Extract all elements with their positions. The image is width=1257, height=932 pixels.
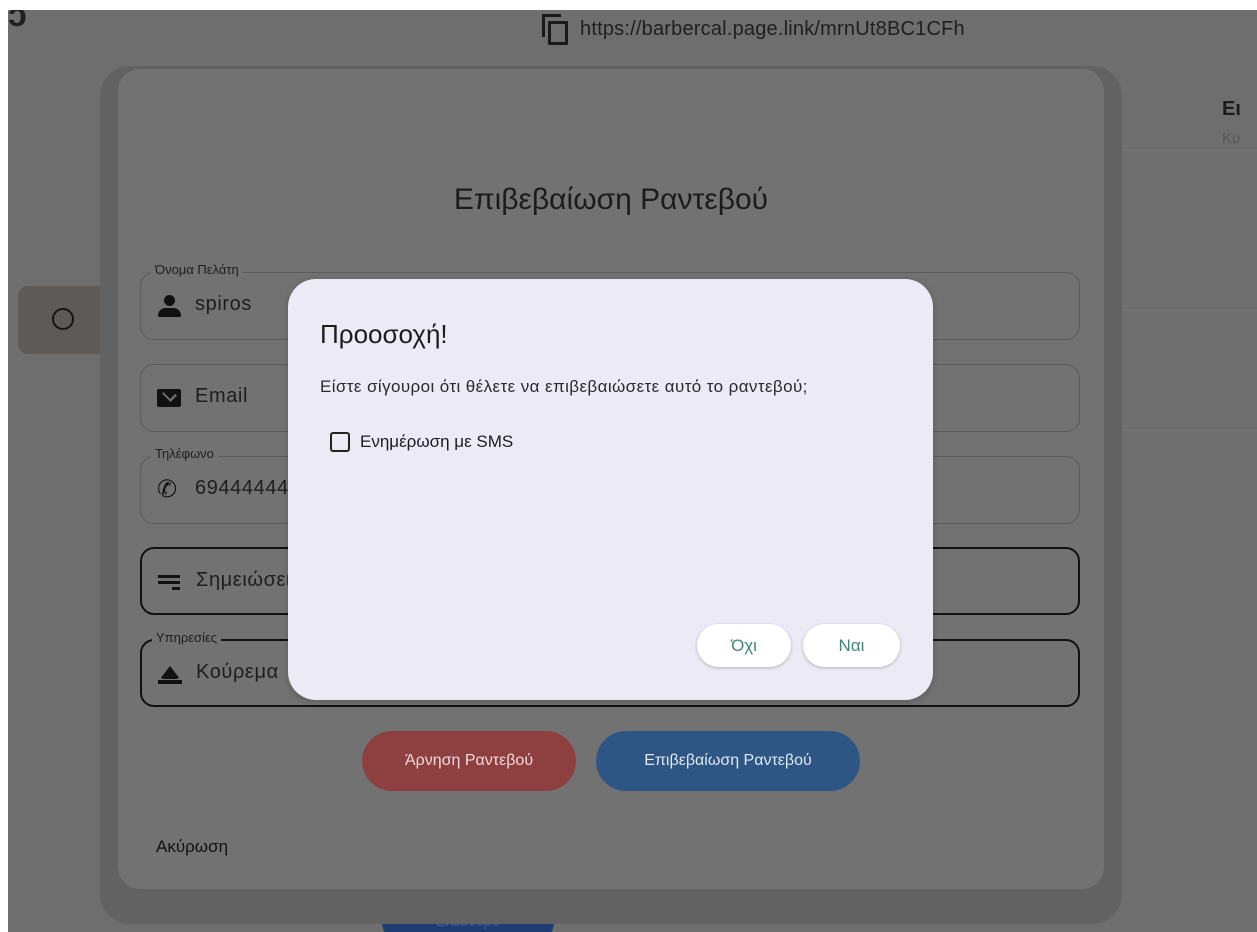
- confirm-appointment-button[interactable]: Επιβεβαίωση Ραντεβού: [596, 731, 860, 791]
- page-right-title: Ει: [1222, 98, 1241, 120]
- dialog-title: Επιβεβαίωση Ραντεβού: [453, 183, 769, 216]
- sms-notification-checkbox[interactable]: Ενημέρωση με SMS: [330, 432, 513, 452]
- radio-button[interactable]: [52, 308, 74, 330]
- share-link-text: https://barbercal.page.link/mrnUt8BC1CFh: [580, 17, 965, 40]
- field-label: Τηλέφωνο: [151, 446, 218, 461]
- field-value: Σημειώσεις: [196, 569, 302, 591]
- divider: [1112, 310, 1257, 311]
- alert-message: Είστε σίγουροι ότι θέλετε να επιβεβαιώσε…: [320, 377, 808, 396]
- field-label: Υπηρεσίες: [152, 630, 222, 645]
- field-value: Email: [195, 385, 249, 407]
- yes-button[interactable]: Ναι: [803, 624, 900, 667]
- page-right-subtitle: Κυ: [1222, 130, 1241, 147]
- notes-icon: [158, 571, 184, 593]
- alert-title: Προοσοχή!: [320, 319, 448, 349]
- no-button[interactable]: Όχι: [697, 624, 791, 667]
- cancel-button[interactable]: Ακύρωση: [156, 837, 228, 857]
- reject-appointment-button[interactable]: Άρνηση Ραντεβού: [362, 731, 576, 791]
- phone-icon: ✆: [157, 476, 178, 503]
- sms-checkbox-label: Ενημέρωση με SMS: [360, 432, 514, 451]
- field-value: Κούρεμα: [196, 661, 279, 683]
- copy-icon[interactable]: [542, 14, 568, 45]
- room-service-icon: [158, 663, 184, 685]
- page-left-glyph: ɔ: [8, 10, 27, 34]
- field-value: spiros: [195, 293, 252, 315]
- person-icon: [157, 295, 183, 317]
- warning-alert-dialog: Προοσοχή! Είστε σίγουροι ότι θέλετε να ε…: [288, 279, 933, 700]
- field-label: Όνομα Πελάτη: [151, 262, 243, 277]
- divider: [1112, 150, 1257, 151]
- share-link-row[interactable]: https://barbercal.page.link/mrnUt8BC1CFh: [542, 14, 965, 45]
- field-value: 69444444: [195, 477, 289, 499]
- checkbox-icon[interactable]: [330, 432, 350, 452]
- mail-icon: [157, 387, 183, 409]
- divider: [1112, 430, 1257, 431]
